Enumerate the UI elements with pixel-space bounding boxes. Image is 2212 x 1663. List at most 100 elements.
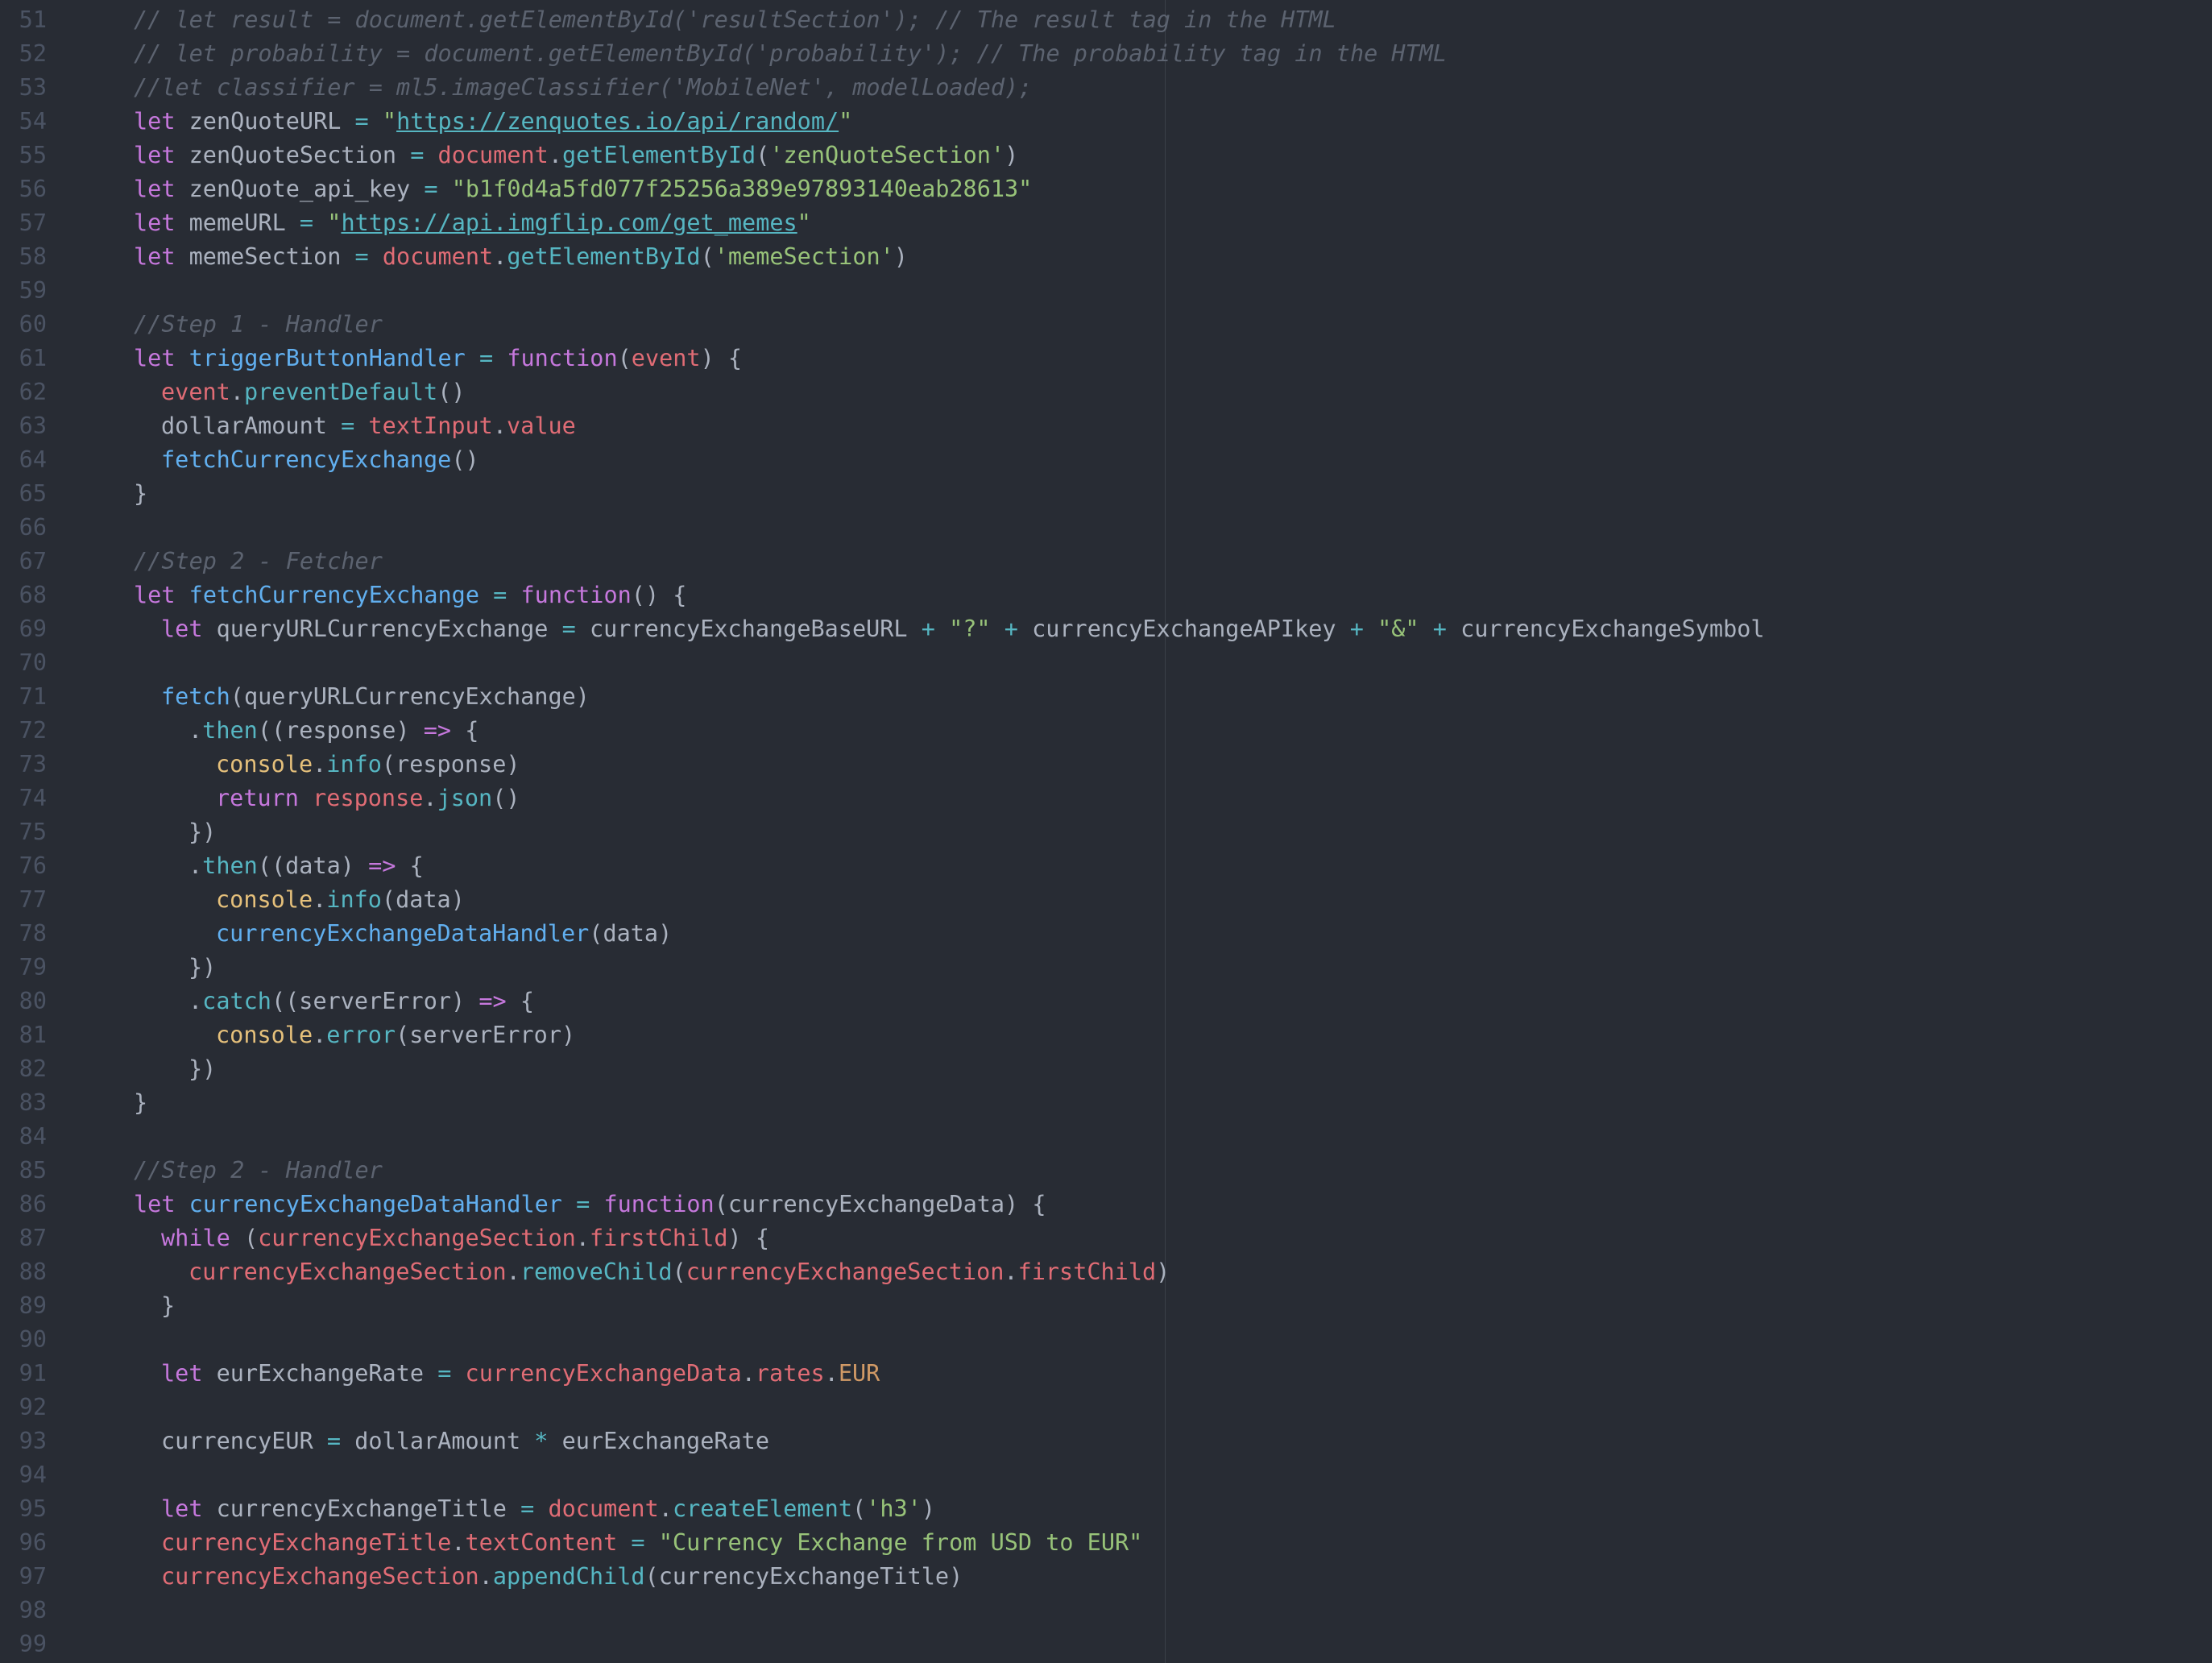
code-line[interactable]: 56 let zenQuote_api_key = "b1f0d4a5fd077f… <box>0 172 2212 206</box>
code-token: //Step 2 - Handler <box>134 1157 383 1184</box>
code-line[interactable]: 65} <box>0 477 2212 511</box>
code-line[interactable]: 95 let currencyExchangeTitle = document.c… <box>0 1492 2212 1526</box>
code-line[interactable]: 59 <box>0 274 2212 308</box>
code-line[interactable]: 86 let currencyExchangeDataHandler = func… <box>0 1188 2212 1221</box>
code-token: memeURL <box>175 209 300 236</box>
code-token: currencyExchangeSymbol <box>1446 616 1765 642</box>
code-token: ( <box>700 243 715 270</box>
code-token: let <box>161 1495 203 1522</box>
code-line[interactable]: 53 //let classifier = ml5.imageClassifier… <box>0 71 2212 105</box>
line-number: 96 <box>19 1529 47 1556</box>
code-token: ) { <box>700 345 743 371</box>
code-token: getElementById <box>561 142 756 168</box>
line-code: //Step 1 - Handler <box>134 308 383 342</box>
code-token: ( <box>672 1259 686 1285</box>
code-line[interactable]: 71 fetch(queryURLCurrencyExchange) <box>0 680 2212 714</box>
line-code: } <box>161 1289 175 1323</box>
code-line[interactable]: 93 currencyEUR = dollarAmount * eurExchan… <box>0 1425 2212 1458</box>
line-code: console.info(data) <box>216 883 465 917</box>
code-token: let <box>134 243 176 270</box>
line-number: 52 <box>19 40 47 67</box>
code-token: . <box>493 243 507 270</box>
line-code: let queryURLCurrencyExchange = currencyE… <box>161 612 1765 646</box>
code-token: // let result = document.getElementById(… <box>134 6 1336 33</box>
line-number: 68 <box>19 582 47 608</box>
code-token: ( <box>756 142 770 168</box>
code-editor[interactable]: 51 // let result = document.getElementByI… <box>0 0 2212 1663</box>
code-token: . <box>188 717 203 744</box>
code-line[interactable]: 87 while (currencyExchangeSection.firstCh… <box>0 1221 2212 1255</box>
code-token: () <box>492 785 520 811</box>
code-line[interactable]: 69 let queryURLCurrencyExchange = currenc… <box>0 612 2212 646</box>
code-line[interactable]: 60 //Step 1 - Handler <box>0 308 2212 342</box>
code-token: . <box>478 1563 493 1590</box>
code-line[interactable]: 58 let memeSection = document.getElementB… <box>0 240 2212 274</box>
code-token: . <box>313 886 327 913</box>
code-line[interactable]: 90 <box>0 1323 2212 1357</box>
line-code: // let probability = document.getElement… <box>134 37 1447 71</box>
code-token: zenQuoteSection <box>175 142 411 168</box>
code-token: . <box>658 1495 673 1522</box>
code-token: ( <box>230 1225 259 1251</box>
code-token: currencyExchangeTitle <box>202 1495 521 1522</box>
code-line[interactable]: 72 .then((response) => { <box>0 714 2212 748</box>
code-line[interactable]: 98 <box>0 1594 2212 1628</box>
line-code: currencyEUR = dollarAmount * eurExchange… <box>161 1425 769 1458</box>
code-line[interactable]: 75}) <box>0 815 2212 849</box>
line-code: currencyExchangeTitle.textContent = "Cur… <box>161 1526 1142 1560</box>
code-line[interactable]: 55 let zenQuoteSection = document.getElem… <box>0 139 2212 172</box>
code-token: 'h3' <box>866 1495 922 1522</box>
code-token: zenQuoteURL <box>175 108 355 135</box>
code-line[interactable]: 76 .then((data) => { <box>0 849 2212 883</box>
code-token: = <box>561 616 576 642</box>
code-line[interactable]: 85 //Step 2 - Handler <box>0 1154 2212 1188</box>
line-code: let eurExchangeRate = currencyExchangeDa… <box>161 1357 880 1391</box>
code-token: fetchCurrencyExchange <box>188 582 479 608</box>
code-line[interactable]: 92 <box>0 1391 2212 1425</box>
line-code: let currencyExchangeDataHandler = functi… <box>134 1188 1046 1221</box>
code-token: zenQuote_api_key <box>175 176 425 202</box>
code-token: "Currency Exchange from USD to EUR" <box>658 1529 1143 1556</box>
code-line[interactable]: 78 currencyExchangeDataHandler(data) <box>0 917 2212 951</box>
code-token: //let classifier = ml5.imageClassifier('… <box>134 74 1033 101</box>
code-token: then <box>202 852 258 879</box>
code-line[interactable]: 52 // let probability = document.getEleme… <box>0 37 2212 71</box>
code-line[interactable]: 61 let triggerButtonHandler = function(ev… <box>0 342 2212 375</box>
line-code: } <box>134 477 147 511</box>
code-line[interactable]: 88 currencyExchangeSection.removeChild(cu… <box>0 1255 2212 1289</box>
code-line[interactable]: 66 <box>0 511 2212 545</box>
code-line[interactable]: 62 event.preventDefault() <box>0 375 2212 409</box>
line-number: 69 <box>19 616 47 642</box>
code-line[interactable]: 82}) <box>0 1052 2212 1086</box>
code-line[interactable]: 54 let zenQuoteURL = "https://zenquotes.i… <box>0 105 2212 139</box>
code-line[interactable]: 64 fetchCurrencyExchange() <box>0 443 2212 477</box>
code-line[interactable]: 81 console.error(serverError) <box>0 1018 2212 1052</box>
code-line[interactable]: 89} <box>0 1289 2212 1323</box>
code-token: firstChild <box>589 1225 728 1251</box>
code-line[interactable]: 73 console.info(response) <box>0 748 2212 782</box>
code-line[interactable]: 91 let eurExchangeRate = currencyExchange… <box>0 1357 2212 1391</box>
code-line[interactable]: 94 <box>0 1458 2212 1492</box>
code-line[interactable]: 77 console.info(data) <box>0 883 2212 917</box>
code-line[interactable]: 51 // let result = document.getElementByI… <box>0 3 2212 37</box>
code-line[interactable]: 68 let fetchCurrencyExchange = function()… <box>0 579 2212 612</box>
line-number: 76 <box>19 852 47 879</box>
code-line[interactable]: 70 <box>0 646 2212 680</box>
line-number: 98 <box>19 1597 47 1624</box>
code-line[interactable]: 97 currencyExchangeSection.appendChild(cu… <box>0 1560 2212 1594</box>
code-line[interactable]: 57 let memeURL = "https://api.imgflip.com… <box>0 206 2212 240</box>
code-line[interactable]: 83} <box>0 1086 2212 1120</box>
code-line[interactable]: 80 .catch((serverError) => { <box>0 985 2212 1018</box>
code-token: " <box>839 108 853 135</box>
code-line[interactable]: 63 dollarAmount = textInput.value <box>0 409 2212 443</box>
code-token: (data) <box>589 920 673 947</box>
code-line[interactable]: 74 return response.json() <box>0 782 2212 815</box>
code-line[interactable]: 67 //Step 2 - Fetcher <box>0 545 2212 579</box>
code-line[interactable]: 99 <box>0 1628 2212 1661</box>
code-line[interactable]: 84 <box>0 1120 2212 1154</box>
code-line[interactable]: 96 currencyExchangeTitle.textContent = "C… <box>0 1526 2212 1560</box>
code-line[interactable]: 79}) <box>0 951 2212 985</box>
